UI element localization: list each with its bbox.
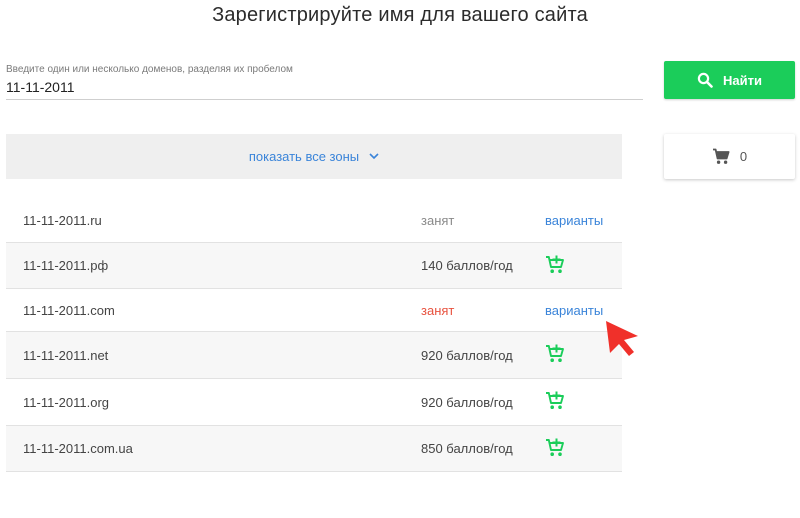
chevron-down-icon[interactable] [369, 153, 379, 160]
variants-link[interactable]: варианты [545, 303, 603, 318]
add-to-cart-icon[interactable] [545, 255, 565, 274]
add-to-cart-icon[interactable] [545, 344, 565, 363]
result-row-com: 11-11-2011.com занят варианты [6, 289, 622, 332]
cart-icon [712, 148, 730, 164]
status-taken: занят [421, 302, 455, 318]
domain-name: 11-11-2011.com.ua [23, 441, 133, 456]
domain-price: 920 баллов/год [421, 394, 513, 410]
show-zones-link[interactable]: показать все зоны [249, 149, 359, 164]
cart-count: 0 [739, 149, 748, 164]
add-to-cart-icon[interactable] [545, 438, 565, 457]
domain-price: 850 баллов/год [421, 441, 513, 456]
result-row-rf: 11-11-2011.рф 140 баллов/год [6, 243, 622, 289]
results-table: 11-11-2011.ru занят варианты 11-11-2011.… [6, 198, 622, 472]
find-button[interactable]: Найти [664, 61, 795, 99]
search-icon [697, 72, 713, 88]
domain-price: 140 баллов/год [421, 258, 513, 273]
find-button-label: Найти [723, 72, 762, 88]
status-taken: занят [421, 212, 455, 228]
domain-price: 920 баллов/год [421, 347, 513, 363]
search-field[interactable]: Введите один или несколько доменов, разд… [6, 64, 643, 100]
result-row-net: 11-11-2011.net 920 баллов/год [6, 332, 622, 379]
domain-name: 11-11-2011.net [23, 347, 109, 363]
pointer-arrow-icon [606, 321, 638, 356]
variants-link[interactable]: варианты [545, 213, 603, 228]
add-to-cart-icon[interactable] [545, 391, 565, 410]
cart-button[interactable]: 0 [664, 134, 795, 179]
domain-name: 11-11-2011.org [23, 394, 110, 410]
page-title: Зарегистрируйте имя для вашего сайта [212, 4, 588, 26]
show-zones-bar[interactable]: показать все зоны [6, 134, 622, 179]
domain-name: 11-11-2011.com [23, 302, 115, 318]
result-row-org: 11-11-2011.org 920 баллов/год [6, 379, 622, 426]
domain-name: 11-11-2011.ru [23, 212, 102, 228]
search-input[interactable] [6, 79, 643, 95]
result-row-ru: 11-11-2011.ru занят варианты [6, 198, 622, 243]
result-row-com-ua: 11-11-2011.com.ua 850 баллов/год [6, 426, 622, 472]
domain-name: 11-11-2011.рф [23, 258, 109, 273]
search-label: Введите один или несколько доменов, разд… [6, 64, 293, 75]
